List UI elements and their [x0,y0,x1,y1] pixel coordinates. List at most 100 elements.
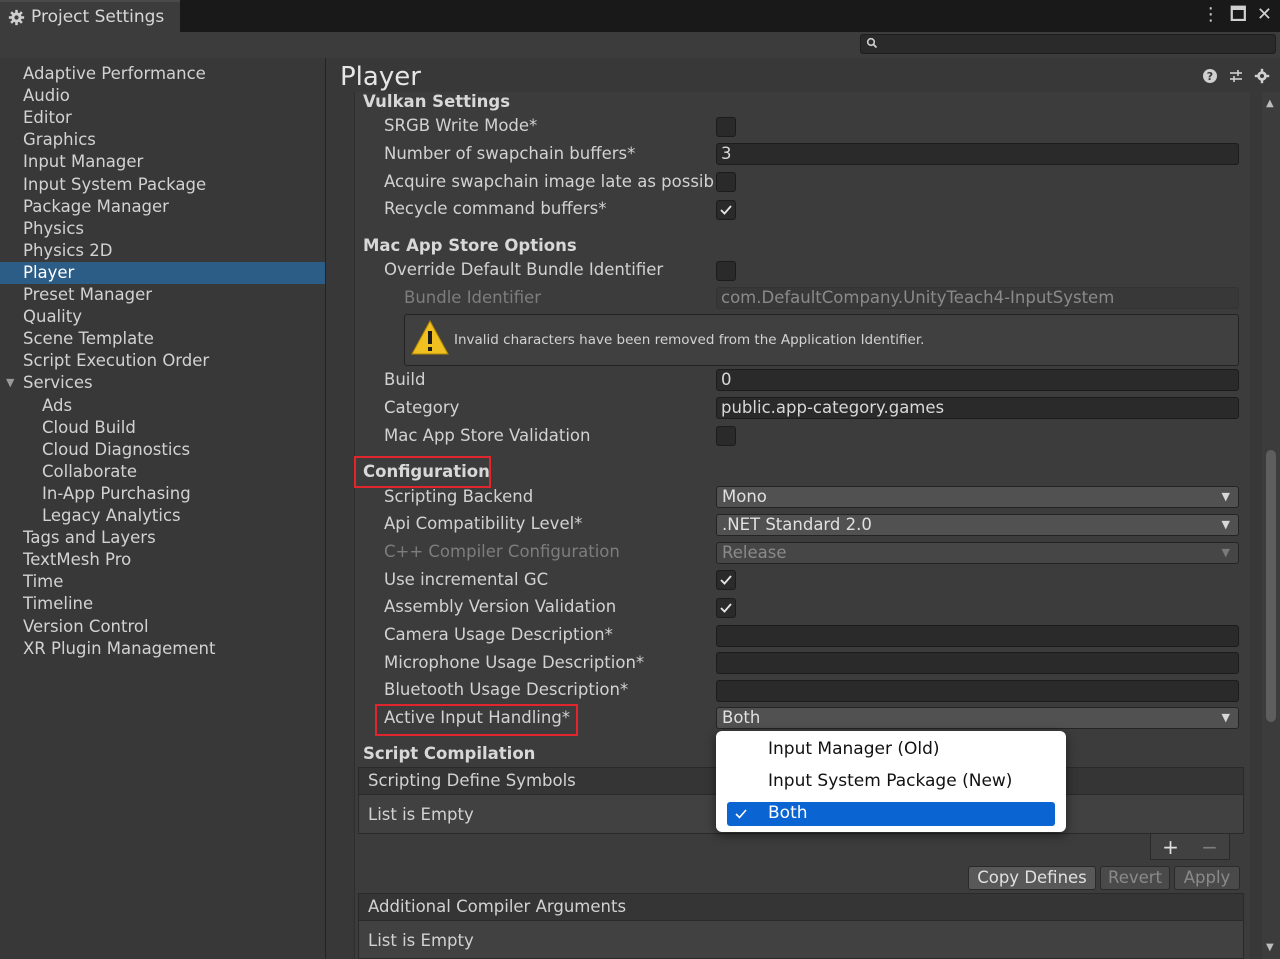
sidebar-item-player[interactable]: Player [0,261,325,284]
copy-defines-button[interactable]: Copy Defines [968,866,1096,890]
sidebar-item-audio[interactable]: Audio [0,85,325,107]
sidebar-item-label: Preset Manager [23,285,153,304]
menu-item-both[interactable]: Both [768,803,808,823]
srgb-checkbox[interactable] [716,117,736,137]
sidebar-item-xr-plugin-management[interactable]: XR Plugin Management [0,638,325,660]
gear-icon [8,9,25,25]
microphone-usage-field[interactable] [716,652,1239,674]
menu-item-input-system-new[interactable]: Input System Package (New) [768,771,1012,791]
warning-text: Invalid characters have been removed fro… [454,332,925,348]
scrollbar-thumb[interactable] [1266,450,1276,722]
menu-item-input-manager-old[interactable]: Input Manager (Old) [768,739,940,759]
sidebar-item-input-system-package[interactable]: Input System Package [0,174,325,196]
dropdown-arrow-icon: ▼ [1221,711,1230,724]
override-bundle-label: Override Default Bundle Identifier [384,260,664,279]
script-compilation-heading: Script Compilation [363,744,536,763]
scroll-down-icon[interactable]: ▼ [1266,942,1274,953]
bundle-identifier-label: Bundle Identifier [404,288,542,307]
vulkan-settings-heading: Vulkan Settings [363,92,511,111]
sidebar-item-cloud-build[interactable]: Cloud Build [0,417,325,439]
dropdown-arrow-icon: ▼ [1221,546,1230,559]
dropdown-arrow-icon: ▼ [1221,490,1230,503]
sidebar-item-timeline[interactable]: Timeline [0,593,325,615]
sidebar-item-input-manager[interactable]: Input Manager [0,151,325,173]
window-tab[interactable]: Project Settings [0,0,180,32]
settings-gear-icon[interactable] [1254,68,1270,84]
sidebar-item-adaptive-performance[interactable]: Adaptive Performance [0,63,325,85]
sidebar-item-physics-2d[interactable]: Physics 2D [0,240,325,262]
sidebar-item-label: Ads [42,395,73,415]
sidebar-item-label: TextMesh Pro [23,550,132,570]
sidebar-item-physics[interactable]: Physics [0,218,325,240]
incremental-gc-checkbox[interactable] [716,570,736,590]
add-icon[interactable]: + [1162,835,1179,859]
sidebar-item-script-execution-order[interactable]: Script Execution Order [0,350,325,372]
checkmark-icon [720,575,732,585]
active-input-value: Both [722,708,761,727]
swapchain-buffers-field[interactable]: 3 [716,143,1239,165]
sidebar-item-collaborate[interactable]: Collaborate [0,461,325,483]
sidebar-item-editor[interactable]: Editor [0,107,325,129]
sidebar-item-label: Timeline [23,594,94,614]
close-icon[interactable]: ✕ [1257,4,1272,26]
sidebar-item-label: Graphics [23,130,96,150]
sidebar-item-graphics[interactable]: Graphics [0,129,325,151]
acquire-late-checkbox[interactable] [716,172,736,192]
mac-app-store-heading: Mac App Store Options [363,236,577,255]
bluetooth-usage-field[interactable] [716,680,1239,702]
preset-icon[interactable] [1228,68,1244,84]
sidebar-item-in-app-purchasing[interactable]: In-App Purchasing [0,483,325,505]
list-add-remove: + − [1150,834,1230,860]
scroll-up-icon[interactable]: ▲ [1266,98,1274,109]
sidebar-item-cloud-diagnostics[interactable]: Cloud Diagnostics [0,439,325,461]
sidebar-item-services[interactable]: ▼ Services [0,372,325,394]
camera-usage-field[interactable] [716,625,1239,647]
search-input[interactable] [860,34,1276,54]
compiler-args-empty-text: List is Empty [368,931,474,950]
scripting-backend-label: Scripting Backend [384,487,534,506]
sidebar-item-legacy-analytics[interactable]: Legacy Analytics [0,505,325,527]
sidebar-item-label: Cloud Diagnostics [42,439,191,459]
checkmark-icon [735,809,747,819]
cpp-compiler-label: C++ Compiler Configuration [384,542,620,561]
svg-text:?: ? [1207,70,1213,83]
incremental-gc-label: Use incremental GC [384,570,549,589]
sidebar-item-preset-manager[interactable]: Preset Manager [0,284,325,306]
srgb-label: SRGB Write Mode* [384,116,538,135]
window-title: Project Settings [31,7,165,27]
category-field[interactable]: public.app-category.games [716,397,1239,419]
search-icon [866,37,878,49]
sidebar-item-label: Time [23,572,64,592]
sidebar-item-quality[interactable]: Quality [0,306,325,328]
sidebar-item-time[interactable]: Time [0,571,325,593]
build-field[interactable]: 0 [716,369,1239,391]
assembly-validation-checkbox[interactable] [716,598,736,618]
sidebar-item-label: Input System Package [23,174,207,194]
sidebar-item-label: Physics [23,218,85,238]
sidebar-item-tags-and-layers[interactable]: Tags and Layers [0,527,325,549]
sidebar-item-version-control[interactable]: Version Control [0,616,325,638]
active-input-dropdown[interactable]: Both ▼ [716,707,1239,729]
maximize-icon[interactable]: 🗖 [1230,4,1247,26]
expand-triangle-icon[interactable]: ▼ [6,372,14,394]
recycle-label: Recycle command buffers* [384,199,607,218]
window-controls: ⋮ 🗖 ✕ [1202,4,1272,26]
sidebar-item-label: Player [23,262,75,282]
sidebar-item-label: Adaptive Performance [23,64,206,83]
scripting-backend-dropdown[interactable]: Mono ▼ [716,486,1239,508]
help-icon[interactable]: ? [1202,68,1218,84]
acquire-late-label: Acquire swapchain image late as possible… [384,172,714,191]
mac-validation-checkbox[interactable] [716,426,736,446]
configuration-heading: Configuration [363,462,490,481]
sidebar-item-scene-template[interactable]: Scene Template [0,328,325,350]
api-compat-dropdown[interactable]: .NET Standard 2.0 ▼ [716,514,1239,536]
override-bundle-checkbox[interactable] [716,261,736,281]
sidebar-item-label: In-App Purchasing [42,483,191,503]
more-options-icon[interactable]: ⋮ [1202,4,1220,26]
recycle-checkbox[interactable] [716,200,736,220]
sidebar-item-textmesh-pro[interactable]: TextMesh Pro [0,549,325,571]
camera-usage-label: Camera Usage Description* [384,625,613,644]
sidebar-item-ads[interactable]: Ads [0,395,325,417]
sidebar-item-package-manager[interactable]: Package Manager [0,196,325,218]
header-icons: ? [1202,68,1270,84]
